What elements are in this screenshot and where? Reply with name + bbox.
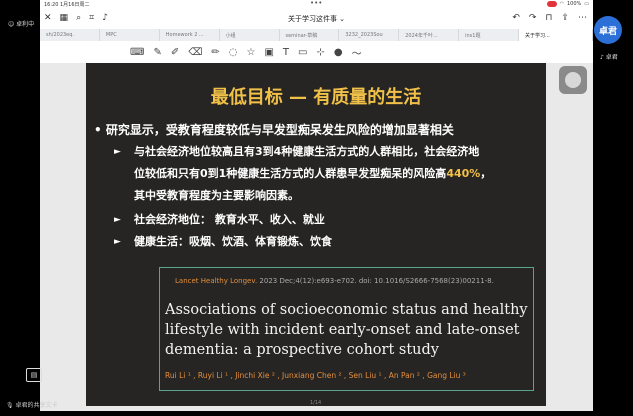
tab-item[interactable]: 3232_2023Sou xyxy=(339,29,400,41)
tab-item[interactable]: Homework 2 ... xyxy=(160,29,220,41)
stroke-icon[interactable]: 〜 xyxy=(352,45,362,60)
slide-title: 最低目标 — 有质量的生活 xyxy=(210,87,422,108)
annotation-toolbar: ⌨ ✎ ✐ ⌫ ✏ ◌ ☆ ▣ T ▭ ⊹ ● 〜 xyxy=(40,41,593,63)
sub1-line2-b: ， xyxy=(480,167,492,180)
image-icon[interactable]: ▣ xyxy=(264,47,273,58)
tab-item[interactable]: 2024年千叶... xyxy=(399,29,460,41)
color-black-icon[interactable]: ● xyxy=(334,47,343,58)
tab-item[interactable]: MPC xyxy=(100,29,160,41)
left-bottom-label: 🎙︎ 卓君的共享文卡 xyxy=(6,402,58,409)
citation-reference: Lancet Healthy Longev. 2023 Dec;4(12):e6… xyxy=(175,277,494,285)
slide: 最低目标 — 有质量的生活 • 研究显示，受教育程度较低与早发型痴呆发生风险的增… xyxy=(86,63,546,406)
status-right: ◠ 100% ▭ xyxy=(546,1,589,7)
circle-icon xyxy=(565,72,581,88)
laser-icon[interactable]: ⊹ xyxy=(316,47,324,58)
multitask-dots[interactable]: ••• xyxy=(310,0,322,7)
tab-item[interactable]: 小组 xyxy=(220,29,280,41)
bookmark-add-icon[interactable]: ⊓ xyxy=(545,13,552,23)
citation-title: Associations of socioeconomic status and… xyxy=(165,302,528,358)
tab-item[interactable]: sh/2023eq. xyxy=(40,29,100,41)
nav-bar: ✕ ▦ ⌕ ⌗ ♪ 关于学习这件事 ⌄ ↶ ↷ ⊓ ⇪ ⋯ xyxy=(40,9,593,29)
text-icon[interactable]: T xyxy=(283,47,289,58)
tab-item[interactable]: seminar-草稿 xyxy=(280,29,340,41)
document-title[interactable]: 关于学习这件事 ⌄ xyxy=(40,14,593,24)
bullet-dot: • xyxy=(94,123,106,137)
sub2-text: 社会经济地位： 教育水平、收入、就业 xyxy=(134,213,325,226)
citation-authors: Rui Li ¹ , Ruyi Li ¹ , Jinchi Xie ² , Ju… xyxy=(165,371,466,380)
citation-ref-rest: 2023 Dec;4(12):e693-e702. doi: 10.1016/S… xyxy=(257,277,494,285)
sub1-line1: 与社会经济地位较高且有3到4种健康生活方式的人群相比，社会经济地 xyxy=(134,145,480,158)
battery-icon: ▭ xyxy=(584,1,589,7)
right-user-label: ♪ 卓君 xyxy=(600,54,618,61)
main-bullet: • 研究显示，受教育程度较低与早发型痴呆发生风险的增加显著相关 xyxy=(94,121,454,138)
redo-icon[interactable]: ↷ xyxy=(529,13,537,23)
share-icon[interactable]: ⇪ xyxy=(561,13,569,23)
wifi-icon: ◠ xyxy=(559,1,564,7)
sub3-text: 健康生活：吸烟、饮酒、体育锻炼、饮食 xyxy=(134,235,332,248)
tab-item[interactable]: ins1题 xyxy=(459,29,519,41)
status-time: 16:20 1月16日周二 xyxy=(44,2,90,8)
main-bullet-text: 研究显示，受教育程度较低与早发型痴呆发生风险的增加显著相关 xyxy=(105,123,454,137)
tab-strip: sh/2023eq. MPC Homework 2 ... 小组 seminar… xyxy=(40,29,593,41)
arrow-bullet-icon: ► xyxy=(114,147,121,157)
comment-icon[interactable]: ▭ xyxy=(298,47,307,58)
avatar[interactable]: 卓君 xyxy=(594,16,622,44)
highlighter-icon[interactable]: ✏ xyxy=(211,47,219,58)
user-icon: ☺ xyxy=(8,21,17,28)
arrow-bullet-icon: ► xyxy=(114,237,121,247)
more-icon[interactable]: ⋯ xyxy=(578,13,587,23)
recording-icon xyxy=(546,1,557,7)
sub1-line2-a: 位较低和只有0到1种健康生活方式的人群患早发型痴呆的风险高 xyxy=(134,167,447,180)
undo-icon[interactable]: ↶ xyxy=(512,13,520,23)
left-user-label: ☺ 卓利中 xyxy=(8,21,35,28)
eraser-icon[interactable]: ⌫ xyxy=(188,47,202,58)
keyboard-icon[interactable]: ⌨ xyxy=(130,47,144,58)
lasso-icon[interactable]: ◌ xyxy=(229,47,238,58)
sub1-line3: 其中受教育程度为主要影响因素。 xyxy=(134,189,299,202)
citation-box: Lancet Healthy Longev. 2023 Dec;4(12):e6… xyxy=(159,267,534,391)
pen-icon[interactable]: ✎ xyxy=(153,47,161,58)
page-number: 1/14 xyxy=(310,400,322,406)
pencil-icon[interactable]: ✐ xyxy=(171,47,179,58)
battery-label: 100% xyxy=(566,1,582,7)
citation-journal: Lancet Healthy Longev. xyxy=(175,277,258,285)
screen-share-icon[interactable]: ▤ xyxy=(26,368,42,382)
tab-item-active[interactable]: 关于学习... xyxy=(519,29,593,41)
shapes-icon[interactable]: ☆ xyxy=(246,47,255,58)
floating-control-button[interactable] xyxy=(559,66,587,94)
status-bar: 16:20 1月16日周二 ••• ◠ 100% ▭ xyxy=(40,0,593,9)
share-user-icon: 🎙︎ xyxy=(6,402,16,409)
risk-highlight: 440% xyxy=(446,167,481,180)
arrow-bullet-icon: ► xyxy=(114,215,121,225)
